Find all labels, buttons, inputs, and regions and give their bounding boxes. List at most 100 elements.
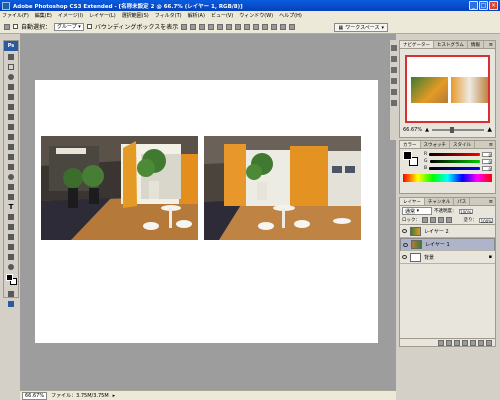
paragraph-panel-icon[interactable] <box>391 100 397 106</box>
marquee-tool[interactable] <box>5 62 17 71</box>
foreground-color[interactable] <box>6 274 13 281</box>
tab-paths[interactable]: パス <box>454 198 471 205</box>
layer-row[interactable]: レイヤー 1 <box>400 238 495 251</box>
status-arrow-icon[interactable]: ▸ <box>113 393 116 399</box>
menu-file[interactable]: ファイル(F) <box>2 12 29 19</box>
distribute-top-icon[interactable] <box>235 23 242 30</box>
gradient-tool[interactable] <box>5 162 17 171</box>
tab-layers[interactable]: レイヤー <box>400 198 425 205</box>
fill-value[interactable]: 100% <box>479 217 493 224</box>
eraser-tool[interactable] <box>5 152 17 161</box>
navigator-preview[interactable] <box>405 55 490 123</box>
menu-filter[interactable]: フィルタ(T) <box>155 12 182 19</box>
visibility-eye-icon[interactable] <box>402 229 407 233</box>
shape-tool[interactable] <box>5 222 17 231</box>
tab-histogram[interactable]: ヒストグラム <box>434 41 468 48</box>
menu-edit[interactable]: 編集(E) <box>35 12 52 19</box>
ps-logo[interactable]: Ps <box>4 41 18 51</box>
red-value[interactable]: 0 <box>482 152 492 158</box>
menu-view[interactable]: ビュー(V) <box>211 12 233 19</box>
navigator-zoom-value[interactable]: 66.67% <box>403 127 422 133</box>
color-menu-icon[interactable]: ≡ <box>489 142 493 148</box>
clone-stamp-tool[interactable] <box>5 132 17 141</box>
type-tool[interactable]: T <box>5 202 17 211</box>
distribute-right-icon[interactable] <box>280 23 287 30</box>
align-bottom-icon[interactable] <box>199 23 206 30</box>
navigator-menu-icon[interactable]: ≡ <box>489 42 493 48</box>
lock-position-icon[interactable] <box>438 217 444 223</box>
office-photo-right[interactable] <box>204 136 361 240</box>
tool-presets-icon[interactable] <box>391 78 397 84</box>
quick-mask-button[interactable] <box>5 289 17 298</box>
layers-menu-icon[interactable]: ≡ <box>489 199 493 205</box>
move-tool-icon[interactable] <box>4 23 10 30</box>
link-layers-icon[interactable] <box>438 339 444 346</box>
green-slider[interactable] <box>429 160 480 163</box>
document-canvas[interactable] <box>35 80 378 343</box>
workspace-button[interactable]: ▦ ワークスペース ▾ <box>334 23 388 32</box>
healing-brush-tool[interactable] <box>5 112 17 121</box>
blur-tool[interactable] <box>5 172 17 181</box>
notes-tool[interactable] <box>5 232 17 241</box>
layer-style-icon[interactable] <box>446 339 452 346</box>
color-ramp[interactable] <box>403 174 492 182</box>
green-value[interactable]: 0 <box>482 159 492 165</box>
auto-select-dropdown[interactable]: グループ ▾ <box>54 22 84 31</box>
tab-navigator[interactable]: ナビゲーター <box>400 41 434 48</box>
history-brush-tool[interactable] <box>5 142 17 151</box>
align-middle-icon[interactable] <box>190 23 197 30</box>
red-slider[interactable] <box>429 153 480 156</box>
navigator-zoom-slider[interactable] <box>431 126 485 133</box>
distribute-middle-icon[interactable] <box>244 23 251 30</box>
quick-select-tool[interactable] <box>5 82 17 91</box>
crop-tool[interactable] <box>5 92 17 101</box>
align-top-icon[interactable] <box>181 23 188 30</box>
align-center-icon[interactable] <box>217 23 224 30</box>
blue-slider[interactable] <box>429 167 480 170</box>
bounding-box-checkbox[interactable] <box>86 24 92 29</box>
brush-tool[interactable] <box>5 122 17 131</box>
zoom-tool[interactable] <box>5 262 17 271</box>
tab-styles[interactable]: スタイル <box>450 141 475 148</box>
menu-analysis[interactable]: 解析(A) <box>188 12 205 19</box>
layer-mask-icon[interactable] <box>454 339 460 346</box>
eyedropper-tool[interactable] <box>5 242 17 251</box>
move-tool[interactable] <box>5 52 17 61</box>
tab-channels[interactable]: チャンネル <box>425 198 455 205</box>
brushes-panel-icon[interactable] <box>391 67 397 73</box>
screen-mode-button[interactable] <box>5 299 17 308</box>
new-group-icon[interactable] <box>470 339 476 346</box>
menu-window[interactable]: ウィンドウ(W) <box>239 12 273 19</box>
lasso-tool[interactable] <box>5 72 17 81</box>
history-panel-icon[interactable] <box>391 45 397 51</box>
visibility-eye-icon[interactable] <box>402 255 407 259</box>
adjustment-layer-icon[interactable] <box>462 339 468 346</box>
path-select-tool[interactable] <box>5 212 17 221</box>
blue-value[interactable]: 0 <box>482 166 492 172</box>
distribute-left-icon[interactable] <box>262 23 269 30</box>
new-layer-icon[interactable] <box>478 339 484 346</box>
menu-image[interactable]: イメージ(I) <box>58 12 83 19</box>
color-panel-foreground[interactable] <box>403 151 412 160</box>
align-left-icon[interactable] <box>208 23 215 30</box>
actions-panel-icon[interactable] <box>391 56 397 62</box>
layer-row[interactable]: 背景 ▪ <box>400 251 495 264</box>
menu-help[interactable]: ヘルプ(H) <box>279 12 302 19</box>
lock-pixels-icon[interactable] <box>430 217 436 223</box>
office-photo-left[interactable] <box>41 136 198 240</box>
tab-color[interactable]: カラー <box>400 141 421 148</box>
menu-select[interactable]: 選択範囲(S) <box>122 12 149 19</box>
pen-tool[interactable] <box>5 192 17 201</box>
auto-select-checkbox[interactable] <box>13 24 18 29</box>
delete-layer-icon[interactable] <box>486 339 492 346</box>
visibility-eye-icon[interactable] <box>403 242 408 247</box>
tab-swatches[interactable]: スウォッチ <box>421 141 450 148</box>
tab-info[interactable]: 情報 <box>468 41 484 48</box>
character-panel-icon[interactable] <box>391 89 397 95</box>
zoom-out-icon[interactable]: ▲ <box>425 127 429 133</box>
maximize-button[interactable]: □ <box>479 1 488 10</box>
color-swatches[interactable] <box>4 272 18 288</box>
opacity-value[interactable]: 100% <box>458 208 473 215</box>
auto-align-icon[interactable] <box>289 23 296 30</box>
minimize-button[interactable]: _ <box>469 1 478 10</box>
